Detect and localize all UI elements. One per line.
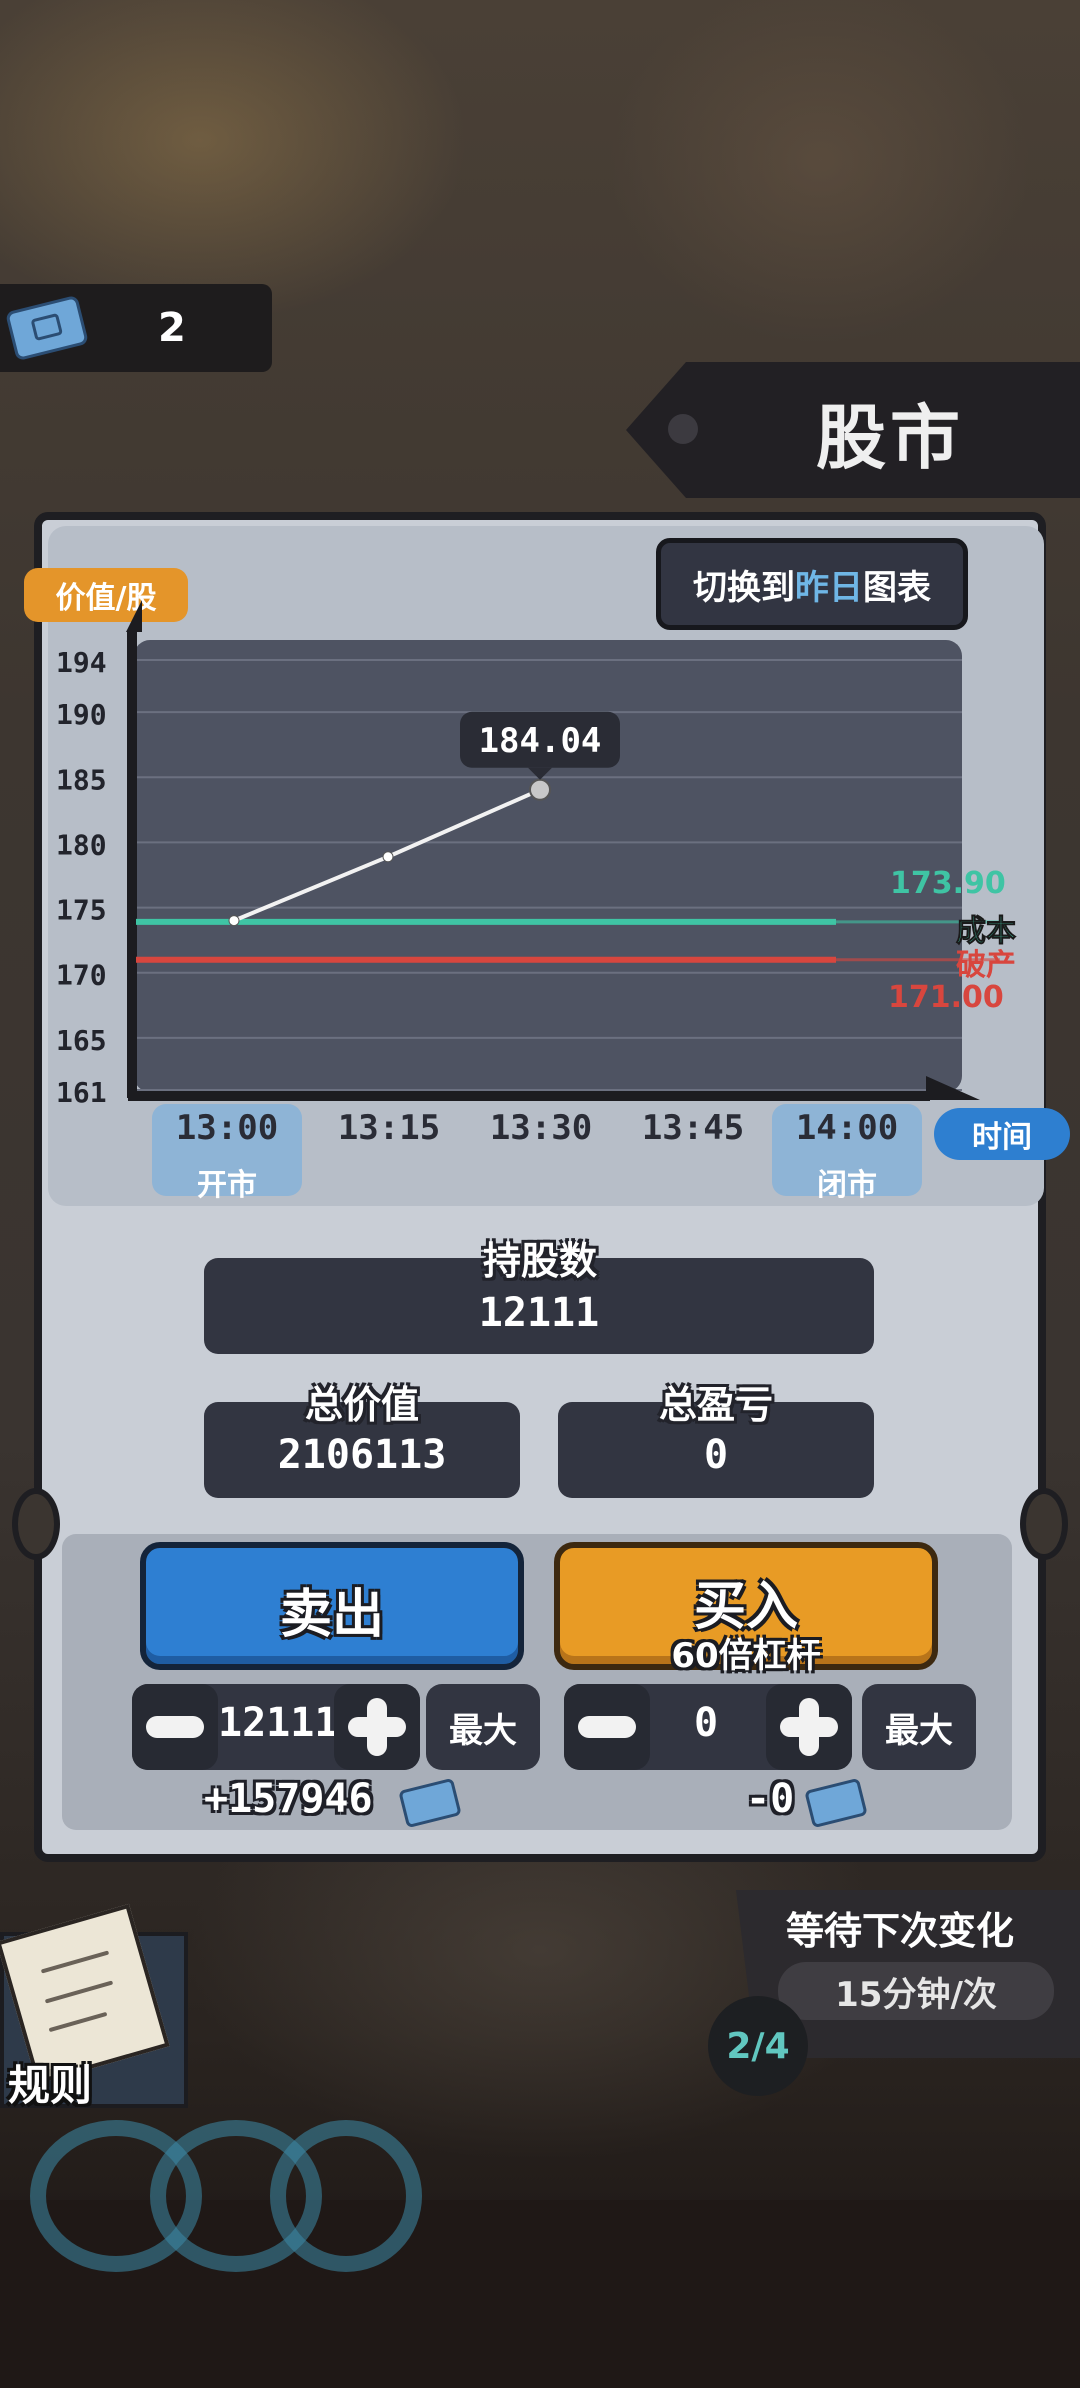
- y-tick-label: 170: [56, 959, 107, 992]
- buy-max-button[interactable]: 最大: [862, 1684, 976, 1770]
- minus-icon: [578, 1716, 636, 1738]
- close-label: 闭市: [817, 1168, 877, 1203]
- y-tick-label: 180: [56, 828, 107, 861]
- next-change-title: 等待下次变化: [786, 1909, 1015, 1953]
- cost-line-value: 173.90: [890, 866, 1006, 901]
- sell-result: +157946: [204, 1776, 373, 1822]
- x-tick: 13:30: [489, 1108, 593, 1148]
- y-tick-label: 190: [56, 698, 107, 731]
- x-tick: 13:00: [175, 1108, 279, 1148]
- price-chart: 194 190 185 180 175 170 165 161 184.04: [56, 600, 1000, 1109]
- buy-button[interactable]: 买入 60倍杠杆: [554, 1542, 938, 1676]
- holdings-value: 12111: [478, 1290, 600, 1336]
- leverage-label: 60倍杠杆: [671, 1636, 821, 1676]
- buy-increase-button[interactable]: [766, 1684, 852, 1770]
- sell-max-button[interactable]: 最大: [426, 1684, 540, 1770]
- plot-area: [134, 640, 962, 1092]
- round-counter: 2/4: [708, 1996, 808, 2096]
- rules-label: 规则: [8, 2061, 93, 2110]
- ticket-icon: [5, 294, 89, 362]
- x-tick: 13:15: [337, 1108, 441, 1148]
- sell-increase-button[interactable]: [334, 1684, 420, 1770]
- y-tick-label: 165: [56, 1024, 107, 1057]
- total-pl-label: 总盈亏: [658, 1383, 773, 1427]
- holdings-label: 持股数: [482, 1239, 597, 1283]
- title-banner: 股市: [626, 362, 1080, 498]
- background-decor: [270, 2120, 422, 2272]
- y-tick-label: 194: [56, 646, 107, 679]
- buy-quantity-value: 0: [694, 1700, 719, 1746]
- plus-icon: [348, 1698, 406, 1756]
- price-tooltip-label: 184.04: [479, 721, 602, 761]
- buy-decrease-button[interactable]: [564, 1684, 650, 1770]
- panel-notch-left: [12, 1488, 60, 1560]
- sell-label: 卖出: [279, 1585, 384, 1645]
- bankrupt-line-name: 破产: [956, 948, 1016, 983]
- data-point: [228, 915, 240, 927]
- y-tick-label: 175: [56, 894, 107, 927]
- total-value: 2106113: [277, 1432, 447, 1478]
- y-tick-label: 161: [56, 1076, 107, 1109]
- y-axis-arrow: [126, 600, 142, 632]
- plus-icon: [780, 1698, 838, 1756]
- bankrupt-line-value: 171.00: [888, 980, 1004, 1015]
- total-pl-value: 0: [703, 1432, 729, 1478]
- sell-button[interactable]: 卖出: [140, 1542, 524, 1670]
- banner-bolt-icon: [668, 414, 698, 444]
- currency-display: 2: [0, 284, 272, 372]
- change-interval: 15分钟/次: [778, 1962, 1054, 2020]
- data-point: [382, 851, 394, 863]
- open-label: 开市: [197, 1168, 257, 1203]
- x-axis-badge: 时间: [934, 1108, 1070, 1160]
- data-point: [529, 778, 551, 801]
- buy-result: -0: [746, 1776, 795, 1822]
- sell-decrease-button[interactable]: [132, 1684, 218, 1770]
- y-tick-label: 185: [56, 763, 107, 796]
- currency-value: 2: [158, 305, 186, 351]
- panel-notch-right: [1020, 1488, 1068, 1560]
- total-value-label: 总价值: [304, 1383, 419, 1427]
- page-title: 股市: [816, 397, 964, 479]
- x-tick: 14:00: [795, 1108, 899, 1148]
- sell-quantity-value: 12111: [218, 1700, 339, 1746]
- minus-icon: [146, 1716, 204, 1738]
- x-tick: 13:45: [641, 1108, 745, 1148]
